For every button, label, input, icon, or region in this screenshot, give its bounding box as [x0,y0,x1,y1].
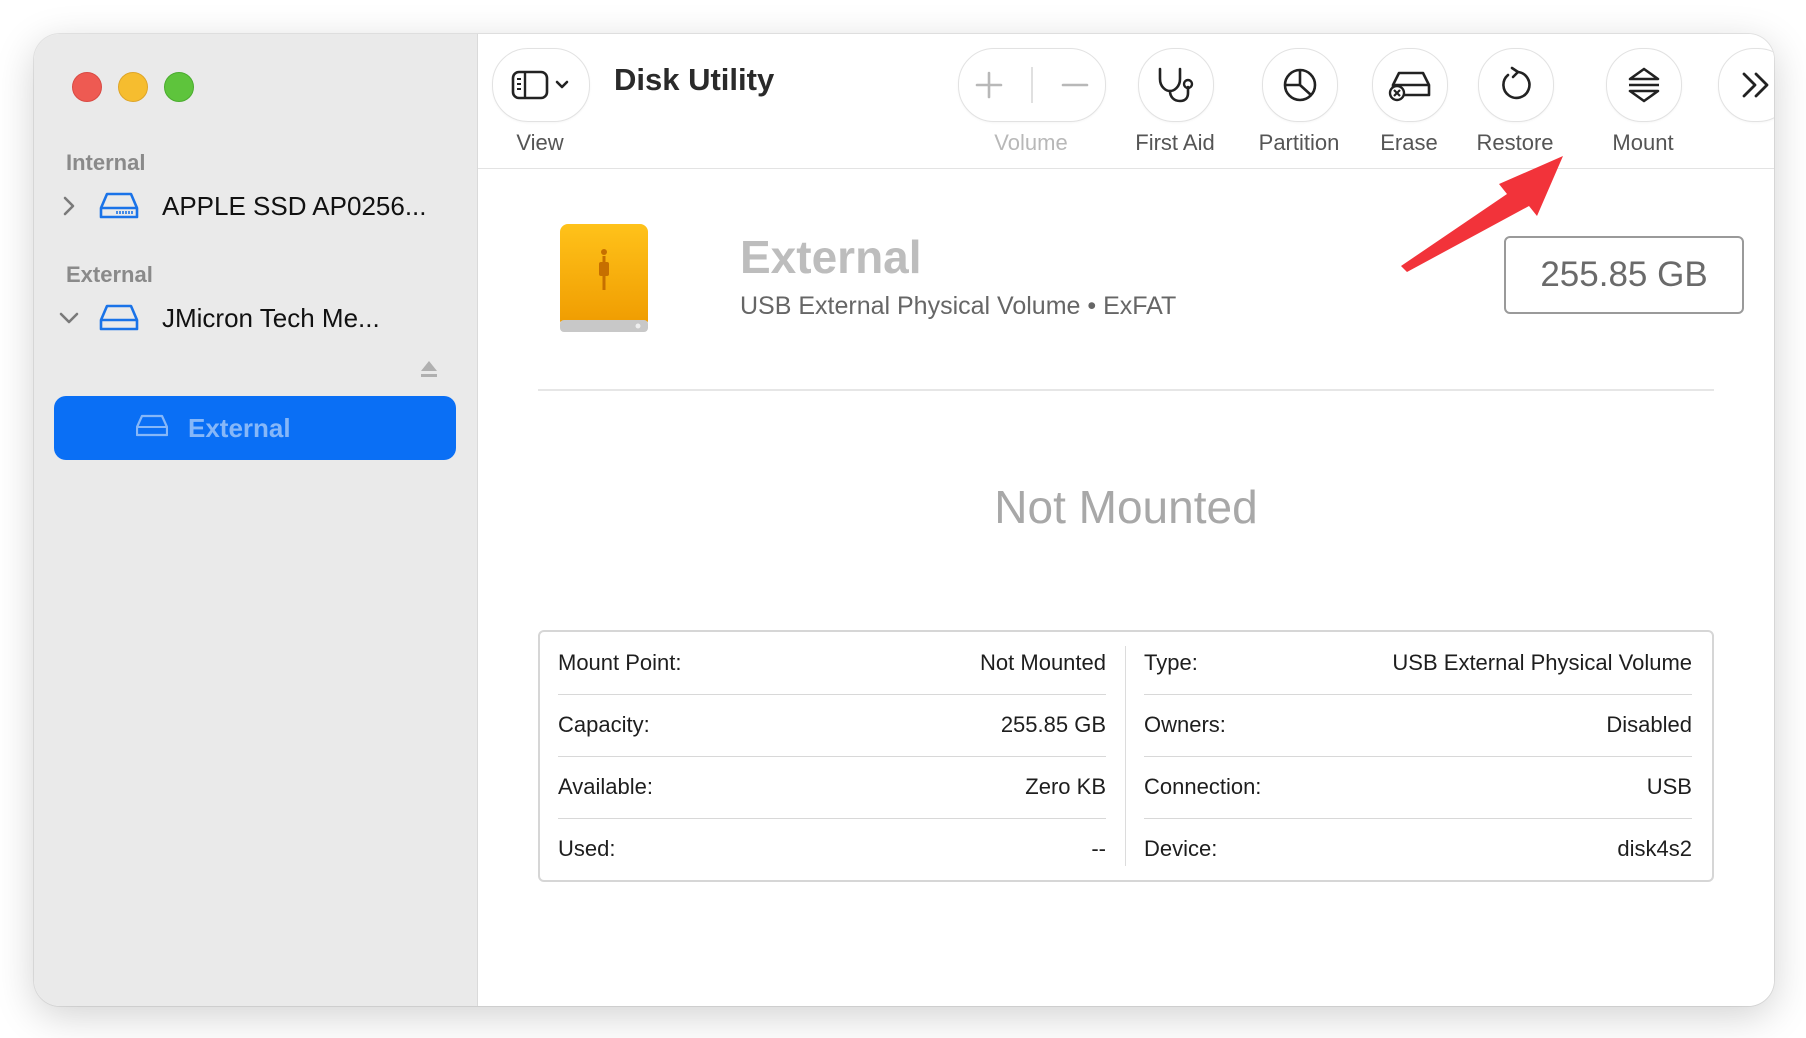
volume-name: External [740,231,922,283]
mount-icon [1628,67,1660,103]
segment-divider [1031,67,1033,103]
view-button[interactable] [492,48,590,122]
info-value: -- [1091,836,1106,861]
volume-icon [135,414,169,443]
info-row-type: Type: USB External Physical Volume [1144,632,1692,695]
minimize-window-button[interactable] [118,72,148,102]
sidebar-item-label: JMicron Tech Me... [162,302,380,333]
external-disk-icon [92,303,146,333]
info-row-available: Available: Zero KB [558,756,1106,819]
info-label: Capacity: [558,712,650,737]
chevron-down-icon[interactable] [54,311,84,325]
app-title: Disk Utility [614,62,775,97]
info-label: Device: [1144,836,1218,861]
info-row-capacity: Capacity: 255.85 GB [558,694,1106,757]
info-label: Mount Point: [558,650,682,675]
volume-label: Volume [994,130,1068,155]
add-volume-icon[interactable] [973,69,1005,101]
remove-volume-icon[interactable] [1059,69,1091,101]
info-label: Available: [558,774,653,799]
internal-disk-icon [92,191,146,221]
sidebar: Internal APPLE SSD AP0256... External JM… [34,34,478,1006]
volume-segmented-control[interactable] [958,48,1106,122]
info-value: USB [1646,774,1692,799]
sidebar-item-external-volume[interactable]: External [54,396,456,460]
info-column-left: Mount Point: Not Mounted Capacity: 255.8… [540,632,1124,880]
info-value: USB External Physical Volume [1392,650,1692,675]
info-row-used: Used: -- [558,818,1106,880]
info-value: Disabled [1606,712,1692,737]
mount-label: Mount [1612,130,1674,155]
sidebar-section-internal: Internal [66,150,146,175]
info-label: Used: [558,836,616,861]
eject-icon[interactable] [418,358,440,385]
info-row-mount-point: Mount Point: Not Mounted [558,632,1106,695]
double-chevron-right-icon [1742,72,1769,98]
restore-icon [1502,66,1531,100]
info-value: disk4s2 [1617,836,1692,861]
toolbar-overflow-button[interactable] [1718,48,1774,122]
mount-status: Not Mounted [994,481,1258,533]
pie-chart-icon [1283,68,1317,102]
header-divider [538,389,1714,391]
info-value: Not Mounted [980,650,1106,675]
volume-info-table: Mount Point: Not Mounted Capacity: 255.8… [538,630,1714,882]
close-window-button[interactable] [72,72,102,102]
sidebar-item-apple-ssd[interactable]: APPLE SSD AP0256... [54,180,474,232]
first-aid-label: First Aid [1135,130,1215,155]
toolbar: View Disk Utility Volume First Aid Parti… [478,34,1774,169]
info-label: Connection: [1144,774,1262,799]
zoom-window-button[interactable] [164,72,194,102]
stethoscope-icon [1158,67,1194,103]
sidebar-section-external: External [66,262,153,287]
info-column-right: Type: USB External Physical Volume Owner… [1126,632,1710,880]
sidebar-item-label: External [188,412,291,443]
external-drive-icon [558,222,650,339]
erase-button[interactable] [1372,48,1448,122]
info-row-device: Device: disk4s2 [1144,818,1692,880]
info-value: 255.85 GB [1000,712,1106,737]
partition-button[interactable] [1262,48,1338,122]
sidebar-toggle-icon [511,70,569,100]
first-aid-button[interactable] [1138,48,1214,122]
erase-disk-icon [1388,71,1431,102]
view-label: View [516,130,564,155]
chevron-right-icon[interactable] [54,195,84,217]
mount-button[interactable] [1606,48,1682,122]
volume-subtitle: USB External Physical Volume • ExFAT [740,292,1177,320]
info-row-owners: Owners: Disabled [1144,694,1692,757]
info-row-connection: Connection: USB [1144,756,1692,819]
annotation-arrow-icon [1401,156,1563,272]
sidebar-item-label: APPLE SSD AP0256... [162,190,427,221]
info-label: Owners: [1144,712,1226,737]
sidebar-item-jmicron[interactable]: JMicron Tech Me... [54,292,474,344]
info-label: Type: [1144,650,1198,675]
info-value: Zero KB [1025,774,1106,799]
restore-button[interactable] [1478,48,1554,122]
main-content: View Disk Utility Volume First Aid Parti… [478,34,1774,1006]
